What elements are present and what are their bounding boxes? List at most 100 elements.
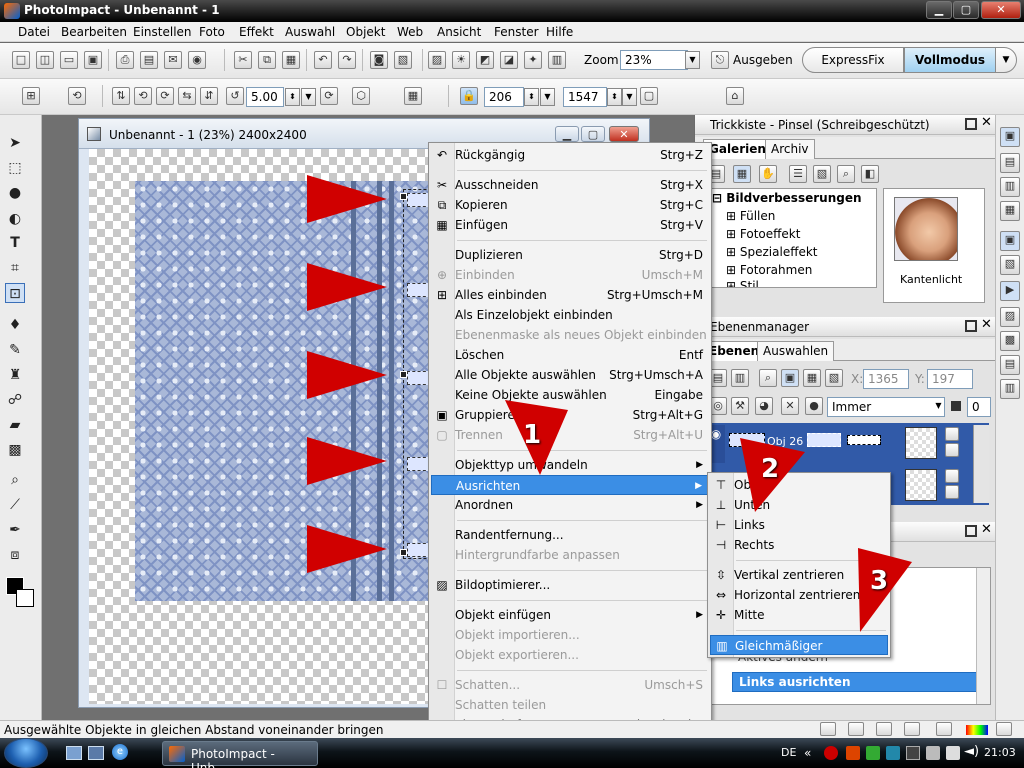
network-icon[interactable] bbox=[926, 746, 940, 760]
gallery-icon[interactable]: ▧ bbox=[813, 165, 831, 183]
tray-app-icon[interactable] bbox=[846, 746, 860, 760]
frame-status-icon[interactable] bbox=[876, 722, 892, 736]
context-item-schatten-teilen[interactable]: Schatten teilen bbox=[431, 695, 709, 715]
layer-tool-icon[interactable]: ▧ bbox=[825, 369, 843, 387]
align-item-mitte[interactable]: ✛ Mitte bbox=[710, 605, 888, 625]
flip-icon[interactable]: ⇅ bbox=[112, 87, 130, 105]
ie-icon[interactable]: e bbox=[112, 744, 128, 760]
align-item-rechts[interactable]: ⊣ Rechts bbox=[710, 535, 888, 555]
transform-tool-icon[interactable]: ⊡ bbox=[5, 283, 25, 303]
panel-toggle-icon[interactable]: ▤ bbox=[1000, 153, 1020, 173]
rotate-spin-icon[interactable]: ⬍ bbox=[285, 88, 300, 106]
align-item-oben[interactable]: ⊤ Oben bbox=[710, 475, 888, 495]
panel-toggle-icon[interactable]: ▧ bbox=[1000, 255, 1020, 275]
context-item-anordnen[interactable]: Anordnen ▶ bbox=[431, 495, 709, 515]
start-button[interactable] bbox=[4, 738, 48, 768]
layer-scrollbar[interactable] bbox=[973, 425, 989, 503]
layer-name[interactable]: Obj 26 bbox=[767, 435, 803, 448]
tree-item-root[interactable]: ⊟ Bildverbesserungen bbox=[712, 191, 862, 205]
crop-tool-icon[interactable]: ⌗ bbox=[5, 258, 25, 278]
width-dropdown-icon[interactable]: ▼ bbox=[540, 88, 555, 106]
x-input[interactable]: 1365 bbox=[863, 369, 909, 389]
stamp-tool-icon[interactable]: ♜ bbox=[5, 365, 25, 385]
tray-app-icon[interactable] bbox=[886, 746, 900, 760]
context-item-randentfernung[interactable]: Randentfernung... bbox=[431, 525, 709, 545]
effect-thumbnail[interactable] bbox=[894, 197, 958, 261]
magic-icon[interactable]: ✦ bbox=[524, 51, 542, 69]
close-button[interactable]: ✕ bbox=[981, 1, 1021, 19]
layer-mask-thumbnail[interactable] bbox=[905, 427, 937, 459]
tree-item[interactable]: ⊞ Füllen bbox=[726, 209, 775, 223]
panel-float-icon[interactable] bbox=[965, 320, 977, 332]
align-item-gleichmäßiger-abstand[interactable]: ▥ Gleichmäßiger Abstand... bbox=[710, 635, 888, 673]
tray-app-icon[interactable] bbox=[906, 746, 920, 760]
layer-prop-icon[interactable] bbox=[945, 443, 959, 457]
capture-icon[interactable]: ▧ bbox=[394, 51, 412, 69]
show-desktop-icon[interactable] bbox=[66, 746, 82, 760]
panel-close-icon[interactable]: ✕ bbox=[981, 115, 992, 130]
delete-layer-icon[interactable]: ✕ bbox=[781, 397, 799, 415]
resize-handle[interactable] bbox=[400, 193, 407, 200]
paint-tool-icon[interactable]: ♦ bbox=[5, 315, 25, 335]
layer-tool-icon[interactable]: ▦ bbox=[803, 369, 821, 387]
context-item-keine-objekte-auswählen[interactable]: Keine Objekte auswählen Eingabe bbox=[431, 385, 709, 405]
layer-thumbnail[interactable] bbox=[807, 433, 841, 447]
output-icon[interactable]: ⎋ bbox=[711, 51, 729, 69]
context-item-duplizieren[interactable]: Duplizieren Strg+D bbox=[431, 245, 709, 265]
context-item-einfügen[interactable]: ▦ Einfügen Strg+V bbox=[431, 215, 709, 235]
hand-icon[interactable]: ✋ bbox=[759, 165, 777, 183]
panel-float-icon[interactable] bbox=[965, 525, 977, 537]
context-item-objekttyp-umwandeln[interactable]: Objekttyp umwandeln ▶ bbox=[431, 455, 709, 475]
tree-item[interactable]: ⊞ Fotorahmen bbox=[726, 263, 812, 277]
rotate-left-icon[interactable]: ⟲ bbox=[134, 87, 152, 105]
width-spin-icon[interactable]: ⬍ bbox=[524, 88, 539, 106]
size-reset-icon[interactable]: ▢ bbox=[640, 87, 658, 105]
search-icon[interactable]: ⌕ bbox=[837, 165, 855, 183]
redo-icon[interactable]: ↷ bbox=[338, 51, 356, 69]
context-item-ebenenmaske-als-neues-objekt-einbinden[interactable]: Ebenenmaske als neues Objekt einbinden bbox=[431, 325, 709, 345]
panel-float-icon[interactable] bbox=[965, 118, 977, 130]
align-item-vertikal-zentrieren[interactable]: ⇳ Vertikal zentrieren bbox=[710, 565, 888, 585]
tray-app-icon[interactable] bbox=[946, 746, 960, 760]
ruler-status-icon[interactable] bbox=[936, 722, 952, 736]
color-swatch[interactable] bbox=[951, 401, 961, 411]
context-item-einbinden[interactable]: ⊕ Einbinden Umsch+M bbox=[431, 265, 709, 285]
menu-einstellen[interactable]: Einstellen bbox=[133, 25, 192, 39]
new-web-icon[interactable]: ◫ bbox=[36, 51, 54, 69]
tree-item[interactable]: ⊞ Fotoeffekt bbox=[726, 227, 800, 241]
doc-close-button[interactable]: ✕ bbox=[609, 126, 639, 142]
menu-ansicht[interactable]: Ansicht bbox=[437, 25, 481, 39]
status-icon[interactable] bbox=[996, 722, 1012, 736]
clock[interactable]: 21:03 bbox=[984, 746, 1016, 759]
menu-fenster[interactable]: Fenster bbox=[494, 25, 539, 39]
height-dropdown-icon[interactable]: ▼ bbox=[622, 88, 637, 106]
resize-handle[interactable] bbox=[400, 371, 407, 378]
text-tool-icon[interactable]: T bbox=[5, 233, 25, 253]
measure-tool-icon[interactable]: ⧈ bbox=[5, 545, 25, 565]
eyedropper-tool-icon[interactable]: ⟋ bbox=[5, 495, 25, 515]
tray-app-icon[interactable] bbox=[824, 746, 838, 760]
panel-close-icon[interactable]: ✕ bbox=[981, 522, 992, 537]
zoom-tool-icon[interactable]: ⌕ bbox=[5, 470, 25, 490]
mirror-icon[interactable]: ⇆ bbox=[178, 87, 196, 105]
maximize-button[interactable]: ▢ bbox=[953, 1, 979, 19]
volume-icon[interactable]: ◄) bbox=[964, 744, 979, 759]
menu-web[interactable]: Web bbox=[397, 25, 423, 39]
layer-prop-icon[interactable] bbox=[945, 427, 959, 441]
layer-prop-icon[interactable] bbox=[945, 485, 959, 499]
layer-thumbnail[interactable] bbox=[729, 433, 765, 447]
rotate-free-icon[interactable]: ↺ bbox=[226, 87, 244, 105]
opacity-input[interactable]: 0 bbox=[967, 397, 991, 417]
save-icon[interactable]: ▣ bbox=[84, 51, 102, 69]
tab-ebenen[interactable]: Ebenen bbox=[703, 341, 766, 361]
context-item-als-einzelobjekt-einbinden[interactable]: Als Einzelobjekt einbinden bbox=[431, 305, 709, 325]
panel-toggle-icon[interactable]: ▦ bbox=[1000, 201, 1020, 221]
output-button[interactable]: Ausgeben bbox=[733, 53, 793, 67]
selection-tool-icon[interactable]: ⬚ bbox=[5, 158, 25, 178]
retouch-tool-icon[interactable]: ☍ bbox=[5, 390, 25, 410]
mode-dropdown-icon[interactable]: ▼ bbox=[931, 398, 946, 416]
context-item-objekt-importieren[interactable]: Objekt importieren... bbox=[431, 625, 709, 645]
align-item-unten[interactable]: ⊥ Unten bbox=[710, 495, 888, 515]
layer-mask-thumbnail[interactable] bbox=[905, 469, 937, 501]
history-scrollbar[interactable] bbox=[976, 568, 990, 704]
